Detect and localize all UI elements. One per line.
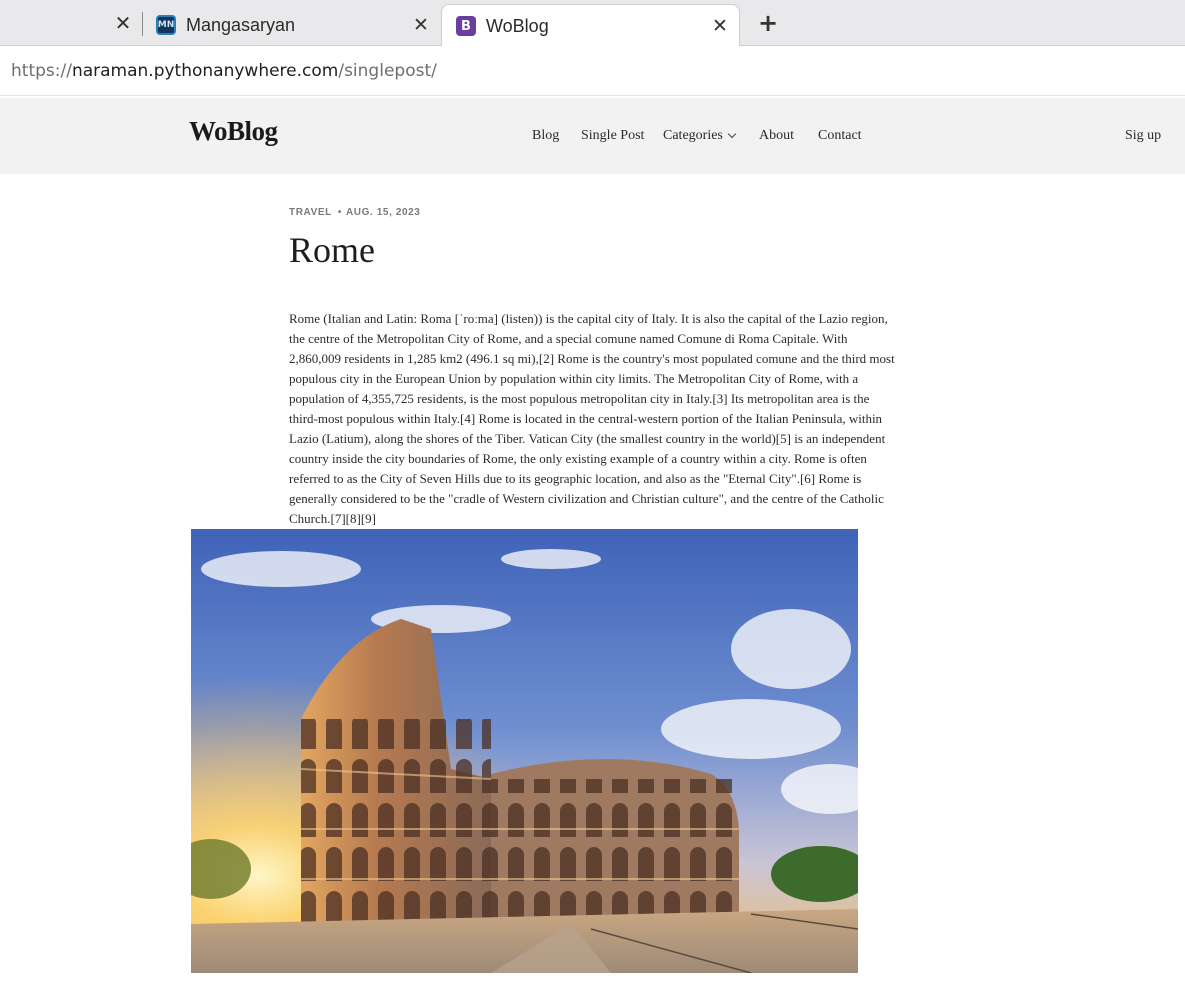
url-path: /singlepost/ [338,61,437,81]
nav-link-single-post[interactable]: Single Post [581,128,644,144]
nav-categories-label: Categories [663,128,723,143]
bootstrap-b-icon: B [456,16,476,36]
nav-link-blog[interactable]: Blog [532,128,559,144]
tab-separator [142,12,143,36]
post-title: Rome [289,230,375,270]
site-header: WoBlog Blog Single Post Categories About… [0,98,1185,174]
browser-tab-mangasaryan[interactable]: MN Mangasaryan ✕ [150,4,440,46]
post-meta: TRAVEL • AUG. 15, 2023 [289,207,420,218]
browser-tab-woblog[interactable]: B WoBlog ✕ [441,4,740,47]
close-tab-icon[interactable]: ✕ [709,15,731,37]
post-body: Rome (Italian and Latin: Roma [ˈroːma] (… [289,311,895,526]
site-logo[interactable]: WoBlog [189,116,278,147]
chevron-down-icon [727,129,737,139]
address-bar[interactable]: https://naraman.pythonanywhere.com/singl… [0,46,1185,96]
post-date: AUG. 15, 2023 [345,207,421,218]
nav-dropdown-categories[interactable]: Categories [663,128,737,144]
new-tab-icon[interactable]: + [756,10,780,36]
close-tab-icon[interactable]: ✕ [112,12,134,34]
tab-title: WoBlog [486,15,549,36]
url-text[interactable]: https://naraman.pythonanywhere.com/singl… [11,61,437,81]
tab-title: Mangasaryan [186,14,296,35]
post-category[interactable]: TRAVEL [289,207,332,218]
nav-link-contact[interactable]: Contact [818,128,862,144]
url-scheme: https:// [11,61,72,81]
post-hero-image [191,529,858,973]
nav-link-about[interactable]: About [759,128,794,144]
meta-separator-dot: • [337,207,342,218]
close-tab-icon[interactable]: ✕ [410,14,432,36]
nav-link-signup[interactable]: Sig up [1125,128,1161,144]
url-host: naraman.pythonanywhere.com [71,61,339,81]
browser-tab-bar: ✕ MN Mangasaryan ✕ B WoBlog ✕ + [0,0,1185,47]
colosseum-photo [191,529,858,973]
mn-logo-icon: MN [156,15,176,35]
